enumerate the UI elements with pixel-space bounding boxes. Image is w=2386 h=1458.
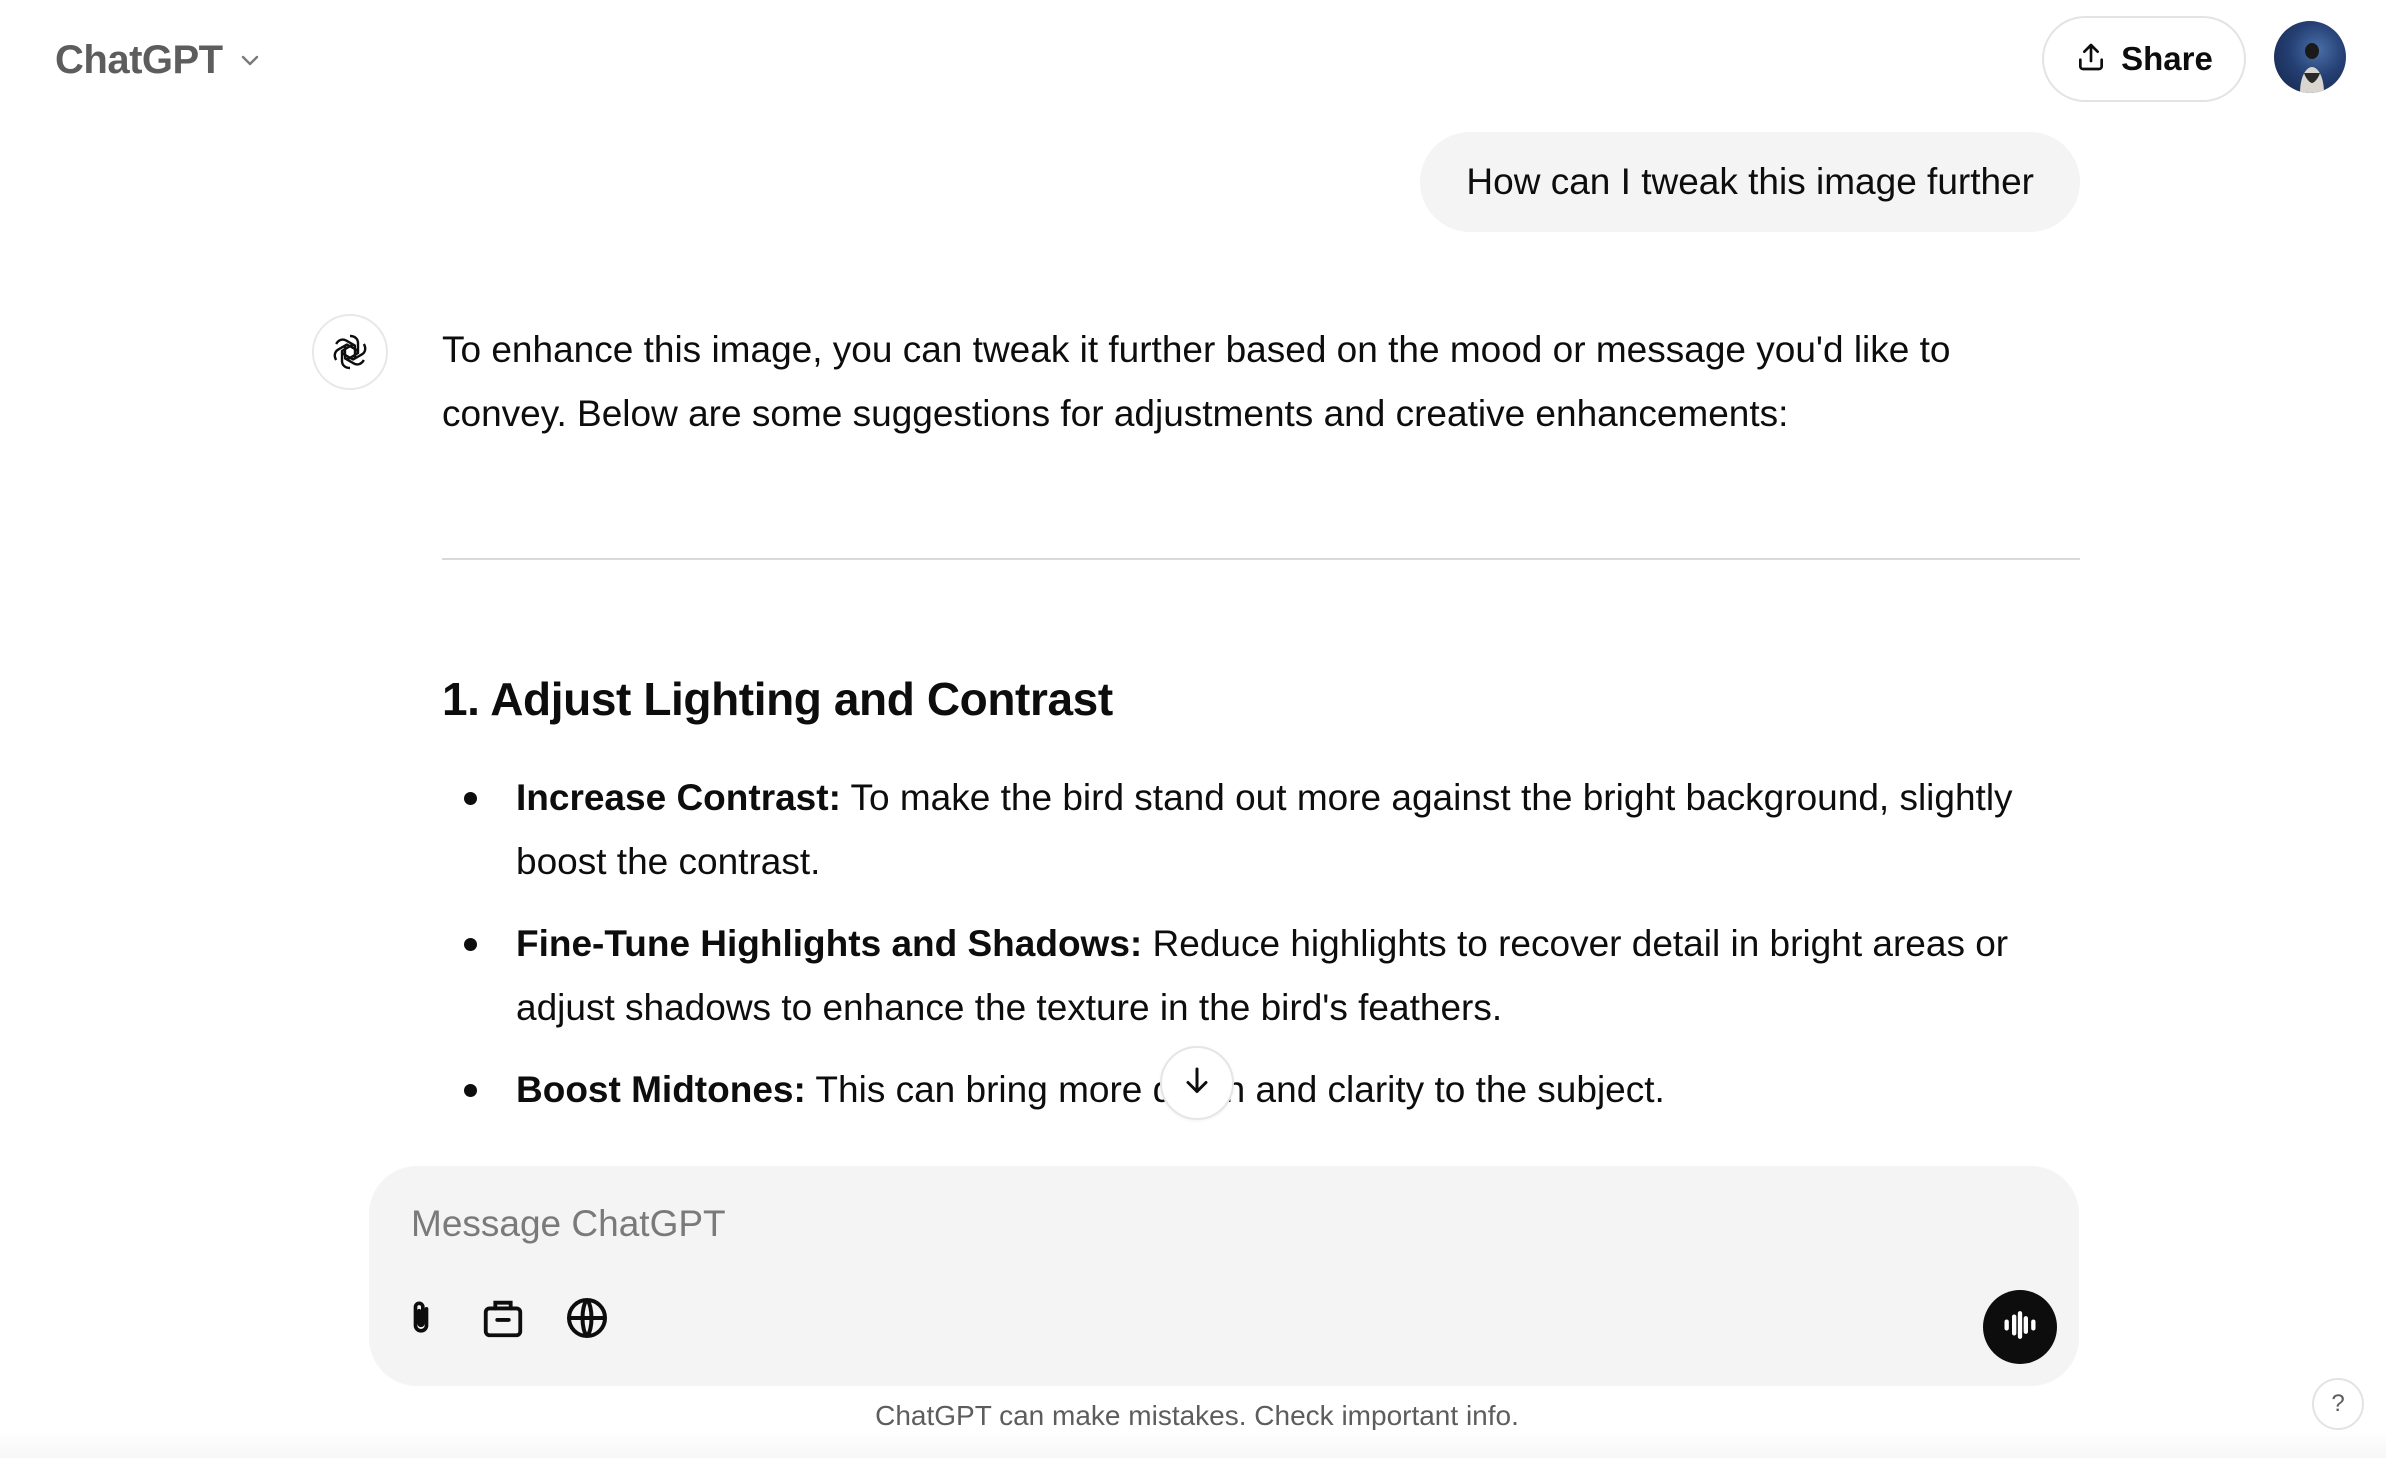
assistant-intro: To enhance this image, you can tweak it … xyxy=(442,329,1951,434)
list-item: Boost Midtones: This can bring more dept… xyxy=(442,1058,2080,1122)
bottom-edge xyxy=(0,1430,2386,1458)
bullet xyxy=(464,938,477,951)
paperclip-icon xyxy=(399,1293,443,1348)
avatar-photo xyxy=(2300,43,2324,93)
list-item-title: Fine-Tune Highlights and Shadows: xyxy=(516,923,1143,964)
bullet xyxy=(464,1084,477,1097)
voice-mode-button[interactable] xyxy=(1983,1290,2057,1364)
avatar[interactable] xyxy=(2274,21,2346,93)
chat-page: ChatGPT Share How can I tweak this image… xyxy=(0,0,2386,1458)
openai-logo-icon xyxy=(312,314,388,390)
list-item: Fine-Tune Highlights and Shadows: Reduce… xyxy=(442,912,2080,1040)
bullet xyxy=(464,792,477,805)
chevron-down-icon xyxy=(237,47,263,73)
divider xyxy=(442,558,2080,560)
arrow-down-icon xyxy=(1179,1063,1215,1104)
user-message: How can I tweak this image further xyxy=(1420,132,2080,232)
composer xyxy=(369,1166,2079,1386)
share-label: Share xyxy=(2121,40,2213,77)
list-item-title: Boost Midtones: xyxy=(516,1069,806,1110)
web-search-button[interactable] xyxy=(557,1290,617,1350)
message-input[interactable] xyxy=(411,1194,2011,1254)
list-item-text: This can bring more depth and clarity to… xyxy=(805,1069,1665,1110)
voice-waveform-icon xyxy=(2000,1305,2040,1350)
scroll-to-bottom-button[interactable] xyxy=(1160,1046,1234,1120)
help-button[interactable]: ? xyxy=(2312,1378,2364,1430)
model-selector[interactable]: ChatGPT xyxy=(55,30,263,90)
top-bar: ChatGPT Share xyxy=(0,0,2386,120)
share-upload-icon xyxy=(2075,41,2107,78)
list-item-title: Increase Contrast: xyxy=(516,777,841,818)
tools-button[interactable] xyxy=(473,1290,533,1350)
toolbox-icon xyxy=(480,1295,526,1346)
suggestion-list: Increase Contrast: To make the bird stan… xyxy=(442,766,2080,1140)
section-heading: 1. Adjust Lighting and Contrast xyxy=(442,673,1113,725)
assistant-message: To enhance this image, you can tweak it … xyxy=(442,318,2080,446)
list-item: Increase Contrast: To make the bird stan… xyxy=(442,766,2080,894)
globe-icon xyxy=(563,1294,611,1347)
model-name: ChatGPT xyxy=(55,37,223,82)
share-button[interactable]: Share xyxy=(2042,16,2246,102)
disclaimer-text: ChatGPT can make mistakes. Check importa… xyxy=(875,1400,1519,1431)
attach-button[interactable] xyxy=(391,1290,451,1350)
